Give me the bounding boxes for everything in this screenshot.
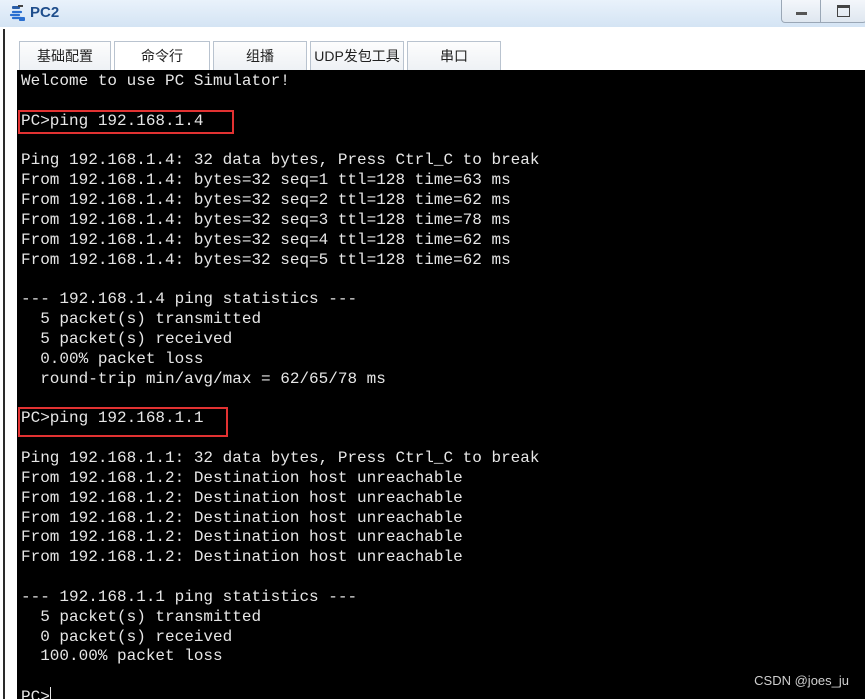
tab-label: 串口 [440, 48, 468, 64]
tab-label: 命令行 [141, 48, 183, 64]
terminal-line: From 192.168.1.2: Destination host unrea… [21, 548, 463, 567]
terminal-line: 0 packet(s) received [21, 627, 233, 646]
tab-label: 组播 [246, 48, 274, 64]
terminal-console[interactable]: Welcome to use PC Simulator! PC>ping 192.… [17, 70, 865, 699]
watermark: CSDN @joes_ju [754, 673, 849, 688]
terminal-line: Welcome to use PC Simulator! [21, 72, 290, 90]
terminal-line: From 192.168.1.4: bytes=32 seq=2 ttl=128… [21, 191, 511, 210]
tab-serial[interactable]: 串口 [407, 41, 501, 70]
maximize-icon [837, 4, 850, 17]
terminal-line: 100.00% packet loss [21, 647, 223, 666]
terminal-line: From 192.168.1.4: bytes=32 seq=4 ttl=128… [21, 230, 511, 249]
title-bar: PC2 [0, 0, 865, 27]
terminal-line: From 192.168.1.2: Destination host unrea… [21, 528, 463, 547]
terminal-line: From 192.168.1.2: Destination host unrea… [21, 468, 463, 487]
tab-label: 基础配置 [37, 48, 93, 64]
terminal-output: Welcome to use PC Simulator! PC>ping 192.… [21, 72, 539, 699]
maximize-button[interactable] [821, 0, 865, 22]
tab-label: UDP发包工具 [314, 48, 400, 64]
terminal-line: From 192.168.1.4: bytes=32 seq=5 ttl=128… [21, 250, 511, 269]
minimize-button[interactable] [782, 0, 821, 22]
minimize-icon [795, 12, 807, 15]
terminal-line: 5 packet(s) transmitted [21, 607, 262, 626]
terminal-line: From 192.168.1.4: bytes=32 seq=3 ttl=128… [21, 210, 511, 229]
terminal-line: round-trip min/avg/max = 62/65/78 ms [21, 369, 386, 388]
terminal-line: --- 192.168.1.4 ping statistics --- [21, 290, 358, 309]
highlight-box-ping-1 [18, 110, 234, 134]
terminal-line: --- 192.168.1.1 ping statistics --- [21, 587, 358, 606]
window-title: PC2 [30, 4, 60, 21]
tab-udp-tool[interactable]: UDP发包工具 [310, 41, 404, 70]
terminal-line: 5 packet(s) received [21, 329, 233, 348]
terminal-line: PC> [21, 687, 539, 699]
tab-bar: 基础配置 命令行 组播 UDP发包工具 串口 [19, 41, 504, 70]
terminal-line: Ping 192.168.1.1: 32 data bytes, Press C… [21, 449, 540, 468]
highlight-box-ping-2 [18, 407, 228, 437]
terminal-line: Ping 192.168.1.4: 32 data bytes, Press C… [21, 151, 540, 170]
window-left-border [3, 29, 5, 699]
terminal-line: From 192.168.1.2: Destination host unrea… [21, 508, 463, 527]
terminal-line: 5 packet(s) transmitted [21, 310, 262, 329]
network-pc-icon [9, 5, 27, 23]
terminal-line: 0.00% packet loss [21, 349, 204, 368]
tab-multicast[interactable]: 组播 [213, 41, 307, 70]
terminal-line: From 192.168.1.4: bytes=32 seq=1 ttl=128… [21, 171, 511, 190]
text-cursor [49, 687, 51, 699]
tab-command-line[interactable]: 命令行 [114, 41, 210, 70]
terminal-line: From 192.168.1.2: Destination host unrea… [21, 488, 463, 507]
window-controls [781, 0, 865, 23]
tab-basic-config[interactable]: 基础配置 [19, 41, 111, 70]
